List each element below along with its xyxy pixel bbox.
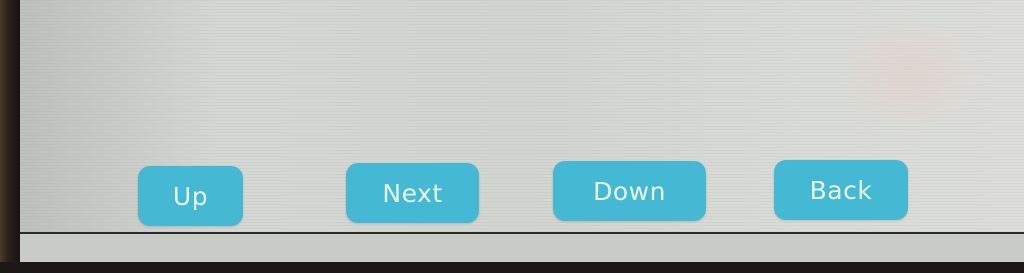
device-frame: Up Next Down Back	[0, 0, 1024, 273]
back-button[interactable]: Back	[774, 160, 908, 220]
device-bezel-left	[0, 0, 20, 273]
up-button[interactable]: Up	[138, 166, 243, 226]
screen-bottom-strip	[20, 232, 1024, 264]
next-button[interactable]: Next	[346, 163, 479, 223]
down-button[interactable]: Down	[553, 161, 706, 221]
display-screen: Up Next Down Back	[20, 0, 1024, 232]
device-bezel-bottom	[0, 262, 1024, 273]
